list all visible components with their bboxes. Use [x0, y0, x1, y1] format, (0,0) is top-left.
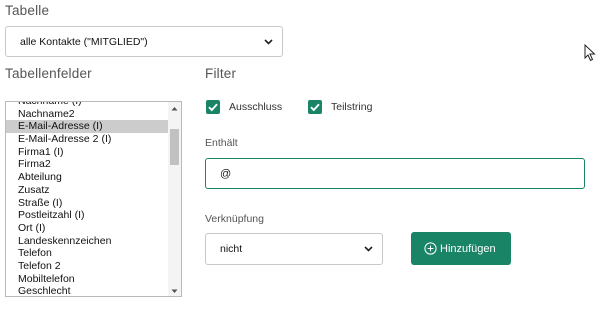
- table-label: Tabelle: [5, 3, 50, 18]
- table-select-value: alle Kontakte ("MITGLIED"): [20, 35, 148, 48]
- list-item[interactable]: Telefon 2: [6, 260, 169, 273]
- list-item[interactable]: Nachname (I): [6, 102, 169, 108]
- fields-label: Tabellenfelder: [5, 66, 92, 81]
- list-item[interactable]: Mobiltelefon: [6, 273, 169, 286]
- list-item[interactable]: Ort (I): [6, 222, 169, 235]
- scroll-up-arrow-icon[interactable]: [168, 102, 181, 114]
- fields-list: Nachname (I) Nachname2 E-Mail-Adresse (I) E…: [6, 102, 169, 296]
- checkmark-icon: [310, 103, 320, 112]
- link-label: Verknüpfung: [205, 213, 264, 225]
- contains-input[interactable]: @: [205, 158, 585, 189]
- list-item[interactable]: E-Mail-Adresse (I): [6, 120, 169, 134]
- list-item[interactable]: Postleitzahl (I): [6, 209, 169, 222]
- scroll-thumb[interactable]: [170, 129, 179, 165]
- list-item[interactable]: E-Mail-Adresse 2 (I): [6, 133, 169, 146]
- teilstring-label[interactable]: Teilstring: [331, 101, 372, 113]
- checkmark-icon: [208, 103, 218, 112]
- ausschluss-label[interactable]: Ausschluss: [229, 101, 282, 113]
- list-item[interactable]: Geschlecht: [6, 285, 169, 296]
- list-item[interactable]: Abteilung: [6, 171, 169, 184]
- list-item[interactable]: Straße (I): [6, 197, 169, 210]
- list-item[interactable]: Landeskennzeichen: [6, 235, 169, 248]
- link-select-value: nicht: [220, 243, 243, 255]
- teilstring-checkbox[interactable]: [308, 100, 322, 114]
- chevron-down-icon: [264, 36, 273, 48]
- contains-label: Enthält: [205, 137, 238, 149]
- add-filter-button-label: Hinzufügen: [440, 242, 496, 255]
- fields-listbox[interactable]: Nachname (I) Nachname2 E-Mail-Adresse (I) E…: [5, 101, 182, 297]
- link-select[interactable]: nicht: [205, 233, 383, 265]
- mouse-cursor-icon: [584, 43, 596, 67]
- list-item[interactable]: Zusatz: [6, 184, 169, 197]
- contains-input-value: @: [220, 167, 232, 180]
- plus-circle-icon: [424, 242, 437, 258]
- fields-scrollbar[interactable]: [168, 102, 181, 296]
- chevron-down-icon: [364, 243, 373, 255]
- scroll-down-arrow-icon[interactable]: [168, 284, 181, 296]
- filter-label: Filter: [205, 66, 237, 81]
- list-item[interactable]: Nachname2: [6, 108, 169, 121]
- add-filter-button[interactable]: Hinzufügen: [411, 232, 511, 265]
- table-select[interactable]: alle Kontakte ("MITGLIED"): [5, 26, 283, 57]
- list-item[interactable]: Telefon: [6, 247, 169, 260]
- list-item[interactable]: Firma1 (I): [6, 146, 169, 159]
- ausschluss-checkbox[interactable]: [206, 100, 220, 114]
- list-item[interactable]: Firma2: [6, 158, 169, 171]
